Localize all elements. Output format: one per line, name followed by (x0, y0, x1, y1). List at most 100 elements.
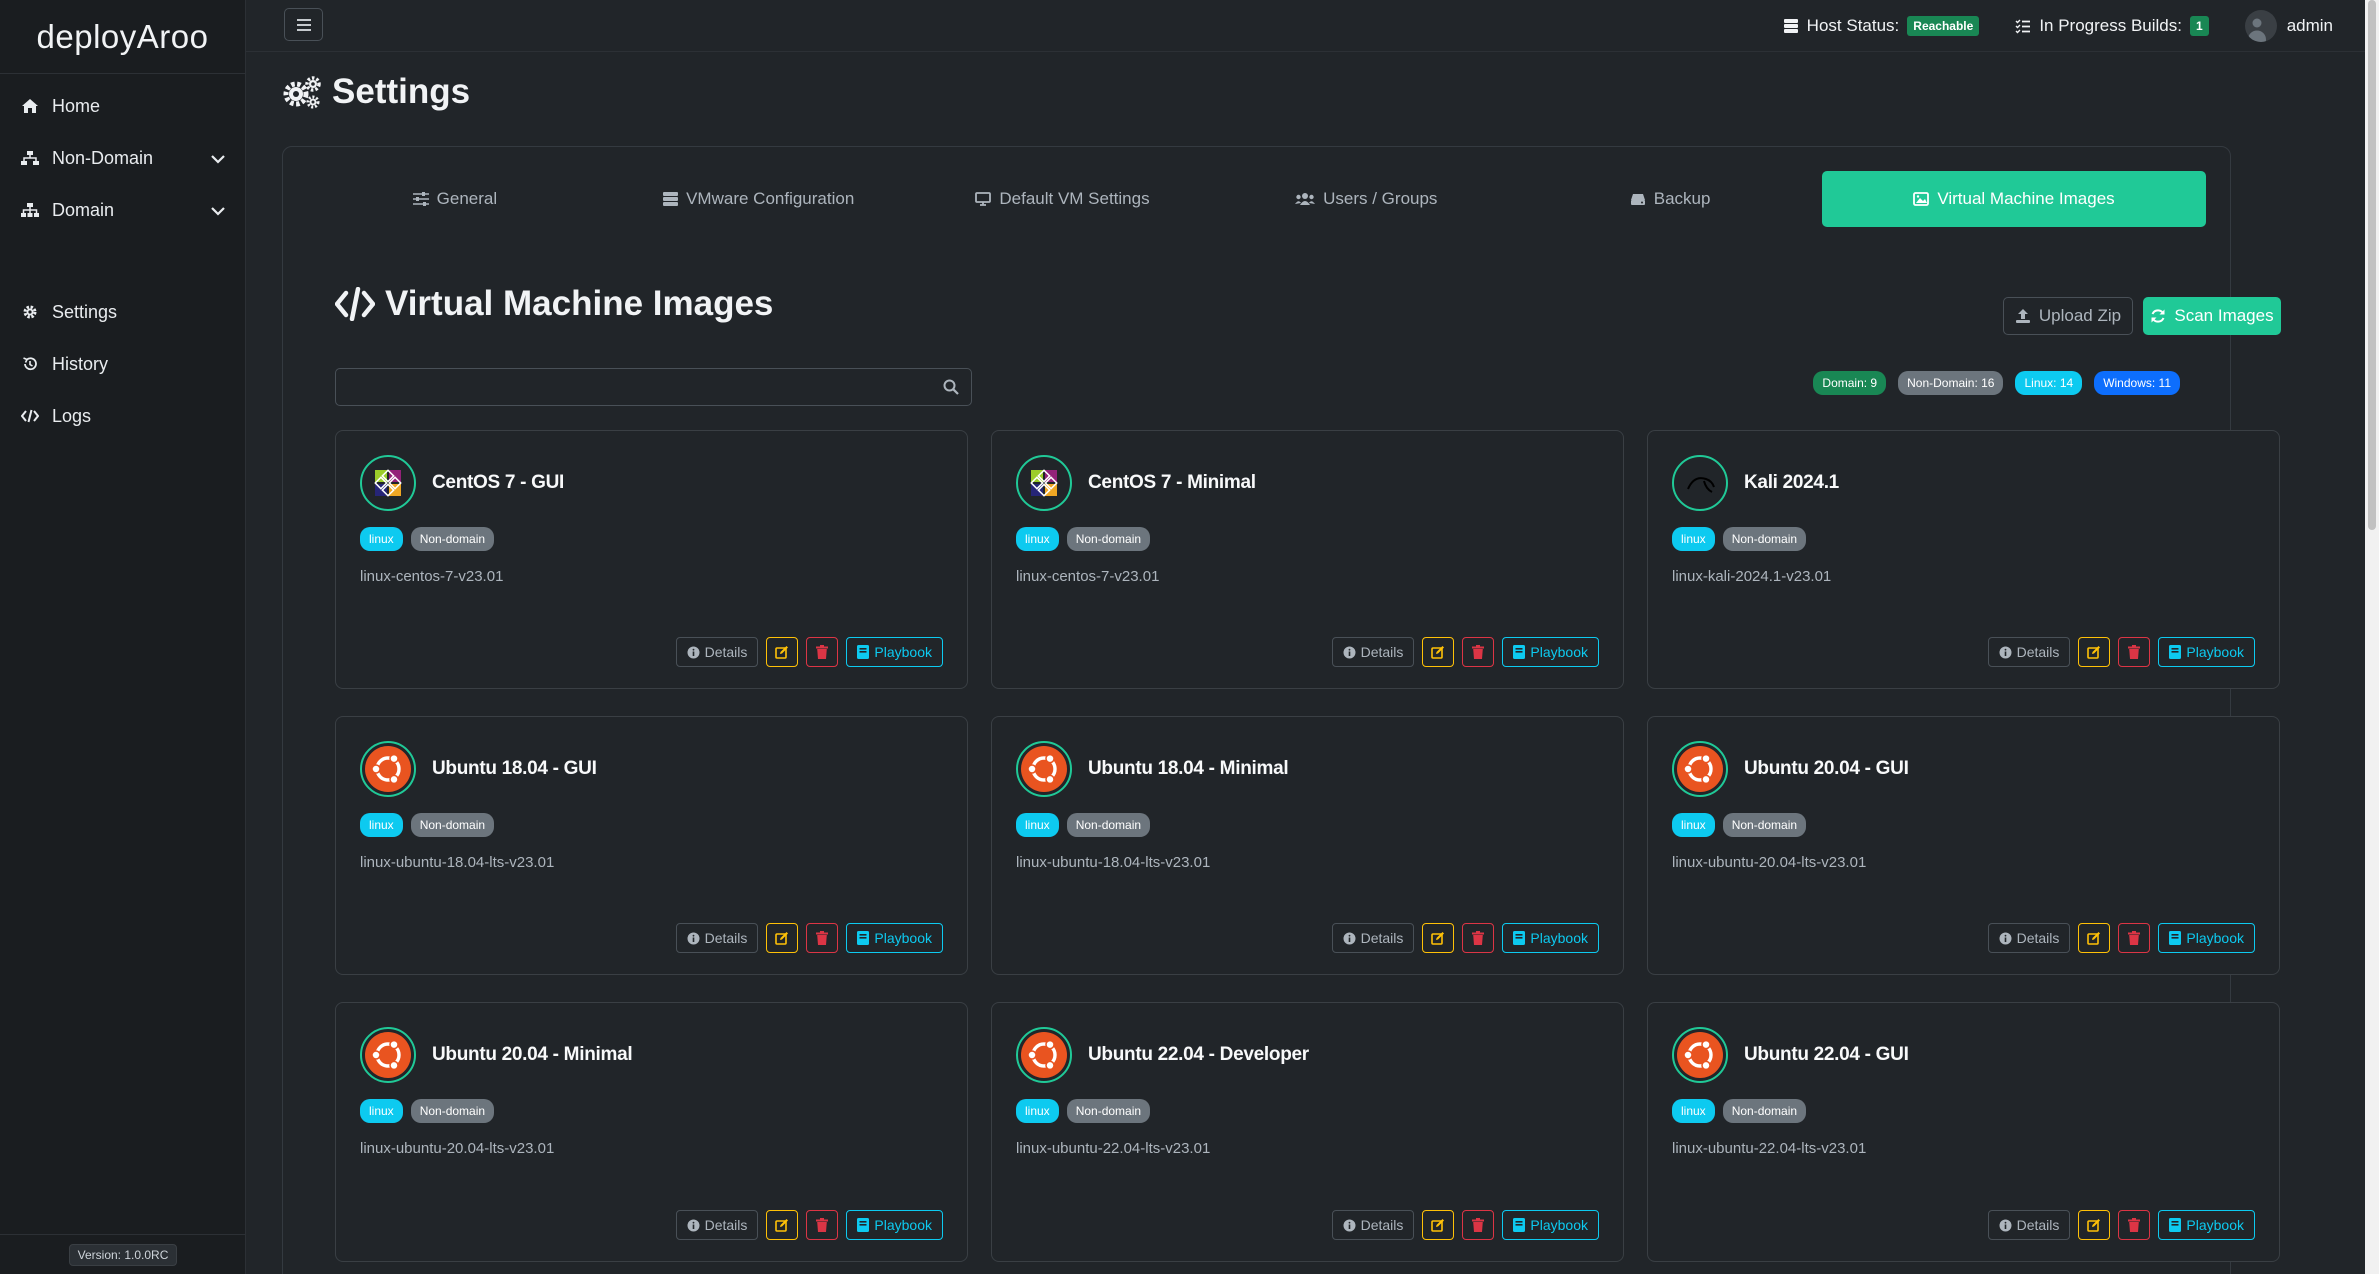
upload-zip-button[interactable]: Upload Zip (2003, 297, 2133, 335)
brand-logo[interactable]: deployAroo (0, 0, 245, 74)
scan-images-button[interactable]: Scan Images (2143, 297, 2281, 335)
card-actions: Details Playbook (1331, 923, 1599, 953)
sidebar-item-settings[interactable]: Settings (0, 286, 245, 338)
tab-default-vm-settings[interactable]: Default VM Settings (911, 171, 1215, 227)
user-menu[interactable]: admin (2244, 10, 2333, 42)
card-header: Ubuntu 20.04 - Minimal (360, 1027, 633, 1083)
playbook-button[interactable]: Playbook (2158, 923, 2255, 953)
delete-button[interactable] (1462, 637, 1495, 667)
playbook-button[interactable]: Playbook (846, 923, 943, 953)
search-icon[interactable] (943, 379, 959, 400)
menu-toggle-button[interactable] (284, 8, 323, 41)
tab-vmware-configuration[interactable]: VMware Configuration (607, 171, 911, 227)
edit-button[interactable] (1422, 637, 1455, 667)
playbook-label: Playbook (1530, 644, 1588, 660)
windows-count-badge: Windows: 11 (2094, 371, 2180, 395)
edit-icon (2087, 646, 2101, 659)
details-button[interactable]: Details (1987, 923, 2071, 953)
image-card: Kali 2024.1 linux Non-domain linux-kali-… (1647, 430, 2280, 689)
delete-button[interactable] (806, 1210, 839, 1240)
chevron-down-icon[interactable] (211, 148, 225, 169)
details-label: Details (1360, 644, 1404, 660)
edit-button[interactable] (2078, 637, 2111, 667)
image-name: linux-ubuntu-22.04-lts-v23.01 (1016, 1140, 1211, 1157)
in-progress-builds[interactable]: In Progress Builds: 1 (2015, 16, 2209, 36)
sidebar-item-logs[interactable]: Logs (0, 390, 245, 442)
sidebar-item-label: Home (52, 95, 101, 116)
sidebar-item-history[interactable]: History (0, 338, 245, 390)
sliders-icon (412, 192, 429, 206)
playbook-button[interactable]: Playbook (1502, 637, 1599, 667)
delete-button[interactable] (2118, 923, 2151, 953)
sidebar-item-domain[interactable]: Domain (0, 184, 245, 236)
section-title: Virtual Machine Images (335, 284, 773, 324)
edit-button[interactable] (766, 637, 799, 667)
trash-icon (816, 645, 829, 659)
edit-button[interactable] (1422, 1210, 1455, 1240)
image-card: Ubuntu 22.04 - Developer linux Non-domai… (991, 1002, 1624, 1262)
playbook-label: Playbook (874, 930, 932, 946)
delete-button[interactable] (806, 637, 839, 667)
sidebar-item-non-domain[interactable]: Non-Domain (0, 132, 245, 184)
details-button[interactable]: Details (1987, 637, 2071, 667)
details-button[interactable]: Details (675, 637, 759, 667)
playbook-button[interactable]: Playbook (1502, 1210, 1599, 1240)
card-actions: Details Playbook (1331, 1210, 1599, 1240)
card-badges: linux Non-domain (1672, 813, 1807, 837)
card-title: CentOS 7 - Minimal (1088, 472, 1256, 493)
card-badges: linux Non-domain (1016, 527, 1151, 551)
page-scrollbar[interactable] (2365, 0, 2379, 1274)
trash-icon (1472, 931, 1485, 945)
settings-tabs: General VMware Configuration Default VM … (303, 171, 2206, 227)
edit-button[interactable] (766, 923, 799, 953)
domain-type-badge: Non-domain (1066, 527, 1151, 551)
delete-button[interactable] (1462, 1210, 1495, 1240)
tab-virtual-machine-images[interactable]: Virtual Machine Images (1821, 171, 2206, 227)
details-button[interactable]: Details (675, 923, 759, 953)
tab-general[interactable]: General (303, 171, 607, 227)
tab-backup[interactable]: Backup (1518, 171, 1822, 227)
non-domain-count-badge: Non-Domain: 16 (1898, 371, 2004, 395)
details-button[interactable]: Details (1987, 1210, 2071, 1240)
section-title-text: Virtual Machine Images (385, 284, 774, 323)
edit-button[interactable] (766, 1210, 799, 1240)
card-title: Ubuntu 18.04 - GUI (432, 758, 597, 779)
details-button[interactable]: Details (1331, 923, 1415, 953)
delete-button[interactable] (2118, 637, 2151, 667)
delete-button[interactable] (806, 923, 839, 953)
image-card: CentOS 7 - Minimal linux Non-domain linu… (991, 430, 1624, 689)
info-icon (1343, 932, 1356, 944)
tab-label: Virtual Machine Images (1937, 189, 2115, 208)
playbook-button[interactable]: Playbook (2158, 1210, 2255, 1240)
gears-icon (283, 76, 321, 109)
details-button[interactable]: Details (1331, 637, 1415, 667)
code-icon (20, 409, 40, 423)
list-check-icon (2015, 19, 2031, 34)
user-name: admin (2286, 16, 2333, 35)
edit-button[interactable] (1422, 923, 1455, 953)
delete-button[interactable] (1462, 923, 1495, 953)
playbook-button[interactable]: Playbook (2158, 637, 2255, 667)
delete-button[interactable] (2118, 1210, 2151, 1240)
trash-icon (2128, 1218, 2141, 1232)
edit-button[interactable] (2078, 923, 2111, 953)
tab-users-groups[interactable]: Users / Groups (1214, 171, 1518, 227)
details-button[interactable]: Details (675, 1210, 759, 1240)
details-button[interactable]: Details (1331, 1210, 1415, 1240)
book-icon (857, 645, 870, 659)
playbook-button[interactable]: Playbook (1502, 923, 1599, 953)
os-badge: linux (1672, 527, 1715, 551)
sidebar-item-home[interactable]: Home (0, 80, 245, 132)
search-input[interactable] (336, 369, 926, 405)
playbook-button[interactable]: Playbook (846, 1210, 943, 1240)
card-badges: linux Non-domain (1016, 1099, 1151, 1123)
image-name: linux-ubuntu-20.04-lts-v23.01 (1672, 854, 1867, 871)
playbook-button[interactable]: Playbook (846, 637, 943, 667)
card-badges: linux Non-domain (360, 527, 495, 551)
edit-icon (2087, 1219, 2101, 1232)
scrollbar-thumb[interactable] (2368, 0, 2376, 530)
chevron-down-icon[interactable] (211, 200, 225, 221)
edit-button[interactable] (2078, 1210, 2111, 1240)
settings-panel: General VMware Configuration Default VM … (282, 146, 2281, 1274)
card-actions: Details Playbook (1987, 1210, 2255, 1240)
